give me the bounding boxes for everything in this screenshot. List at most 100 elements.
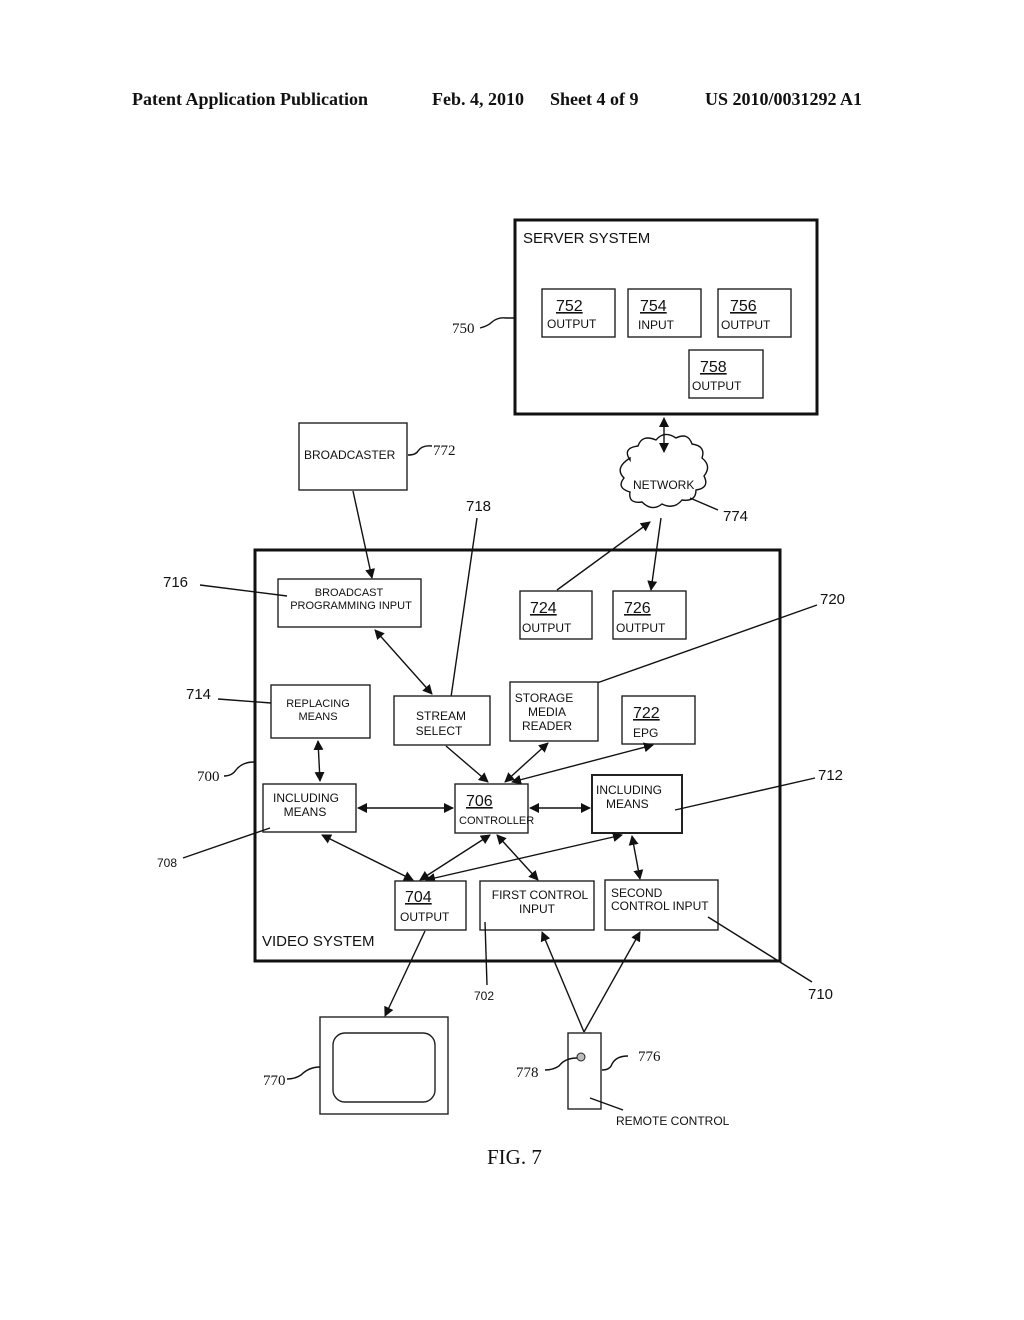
arrow-including-left-output xyxy=(321,834,414,881)
ref-708: 708 xyxy=(157,856,177,870)
remote-control-label: REMOTE CONTROL xyxy=(616,1114,730,1128)
remote-control: 778 776 REMOTE CONTROL xyxy=(516,1032,730,1128)
broadcaster: BROADCASTER 772 xyxy=(298,422,456,491)
video-system-title: VIDEO SYSTEM xyxy=(262,933,375,950)
including-means-right: INCLUDING MEANS 712 xyxy=(591,767,843,834)
arrow-724-network xyxy=(556,521,651,591)
remote-button-icon xyxy=(576,1052,586,1062)
broadcaster-label: BROADCASTER xyxy=(304,448,396,462)
label-line: CONTROL INPUT xyxy=(611,899,709,913)
ref-718: 718 xyxy=(466,498,491,515)
replacing-means: REPLACING MEANS 714 xyxy=(186,684,371,739)
leader-774 xyxy=(689,497,719,511)
ref-750: 750 xyxy=(452,321,475,337)
server-block-754: 754 INPUT xyxy=(627,288,702,338)
label-line: SELECT xyxy=(416,724,463,738)
ref-702: 702 xyxy=(474,989,494,1003)
ref-720: 720 xyxy=(820,591,845,608)
arrow-replacing-including xyxy=(313,740,325,782)
label-line: FIRST CONTROL xyxy=(492,888,589,902)
leader-716 xyxy=(199,584,288,597)
leader-708 xyxy=(182,827,271,859)
server-system: SERVER SYSTEM 752 OUTPUT 754 INPUT 756 O… xyxy=(452,218,819,416)
controller: 706 CONTROLLER xyxy=(454,783,534,834)
epg: 722 EPG xyxy=(621,695,696,745)
leader-750 xyxy=(479,317,515,329)
label-line: PROGRAMMING INPUT xyxy=(290,600,412,612)
block-label: OUTPUT xyxy=(616,621,666,635)
label-line: MEANS xyxy=(606,797,649,811)
network-label: NETWORK xyxy=(633,478,694,492)
ref-770: 770 xyxy=(263,1073,286,1089)
leader-712 xyxy=(674,777,816,811)
block-number: 722 xyxy=(633,705,660,722)
ref-772: 772 xyxy=(433,443,456,459)
leader-702 xyxy=(484,921,488,986)
label-line: SECOND xyxy=(611,886,663,900)
label-line: MEANS xyxy=(298,711,337,723)
block-number: 706 xyxy=(466,793,493,810)
ref-710: 710 xyxy=(808,986,833,1003)
block-number: 752 xyxy=(556,298,583,315)
block-number: 758 xyxy=(700,359,727,376)
block-label: INPUT xyxy=(638,318,675,332)
arrow-remote-second-control xyxy=(583,931,641,1033)
arrow-input-stream xyxy=(374,629,433,695)
arrow-remote-first-control xyxy=(540,931,585,1033)
network-cloud: NETWORK 774 xyxy=(619,433,748,525)
label-line: INCLUDING xyxy=(596,783,662,797)
label-line: INPUT xyxy=(519,902,556,916)
server-block-756: 756 OUTPUT xyxy=(717,288,792,338)
block-label: OUTPUT xyxy=(400,910,450,924)
leader-776 xyxy=(601,1055,629,1071)
leader-770 xyxy=(286,1066,321,1080)
label-line: STREAM xyxy=(416,709,466,723)
block-label: OUTPUT xyxy=(721,318,771,332)
block-number: 704 xyxy=(405,889,432,906)
fig7-diagram: SERVER SYSTEM 752 OUTPUT 754 INPUT 756 O… xyxy=(157,218,845,1169)
ref-714: 714 xyxy=(186,686,211,703)
label-line: MEANS xyxy=(284,805,327,819)
label-line: MEDIA xyxy=(528,705,566,719)
leader-714 xyxy=(217,698,272,704)
block-label: OUTPUT xyxy=(547,317,597,331)
block-label: CONTROLLER xyxy=(459,815,534,827)
label-line: BROADCAST xyxy=(315,587,384,599)
label-line: STORAGE xyxy=(515,691,573,705)
output-726: 726 OUTPUT xyxy=(612,590,687,640)
output-724: 724 OUTPUT xyxy=(519,590,593,640)
label-line: READER xyxy=(522,719,572,733)
server-block-752: 752 OUTPUT xyxy=(541,288,616,338)
server-block-758: 758 OUTPUT xyxy=(688,349,764,399)
block-label: EPG xyxy=(633,726,658,740)
block-label: OUTPUT xyxy=(692,379,742,393)
second-control-input: SECOND CONTROL INPUT 710 xyxy=(604,879,833,1003)
label-line: INCLUDING xyxy=(273,791,339,805)
block-number: 726 xyxy=(624,600,651,617)
label-line: REPLACING xyxy=(286,698,350,710)
leader-772 xyxy=(407,445,433,456)
first-control-input: FIRST CONTROL INPUT 702 xyxy=(474,880,595,1003)
display-screen xyxy=(332,1032,436,1103)
block-label: OUTPUT xyxy=(522,621,572,635)
block-number: 754 xyxy=(640,298,667,315)
arrow-controller-first-control xyxy=(496,834,539,881)
arrow-including-right-second-control xyxy=(628,835,644,880)
ref-700: 700 xyxy=(197,769,220,785)
ref-778: 778 xyxy=(516,1065,539,1081)
ref-716: 716 xyxy=(163,574,188,591)
ref-774: 774 xyxy=(723,508,748,525)
storage-media-reader: STORAGE MEDIA READER xyxy=(509,681,599,742)
output-704: 704 OUTPUT xyxy=(394,880,467,931)
arrow-storage-controller xyxy=(504,742,549,783)
display-device: 770 xyxy=(263,1016,449,1115)
server-system-title: SERVER SYSTEM xyxy=(523,230,650,247)
arrow-network-726 xyxy=(647,517,662,591)
leader-710 xyxy=(707,916,813,983)
leader-718 xyxy=(449,517,478,705)
arrow-stream-controller xyxy=(445,745,489,783)
broadcast-programming-input: BROADCAST PROGRAMMING INPUT 716 xyxy=(163,574,422,628)
block-number: 724 xyxy=(530,600,557,617)
ref-712: 712 xyxy=(818,767,843,784)
leader-700 xyxy=(223,761,255,777)
